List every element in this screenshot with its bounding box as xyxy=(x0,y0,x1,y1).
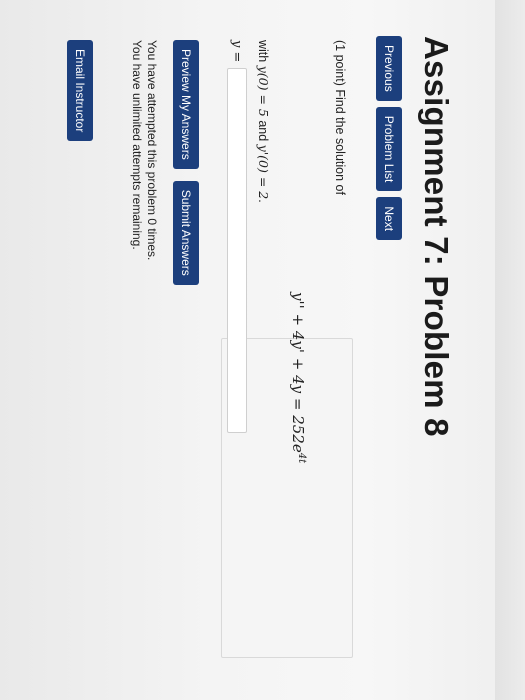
equation-exponent: 4t xyxy=(296,452,307,464)
previous-button[interactable]: Previous xyxy=(376,36,402,101)
condition-dy0: y'(0) = 2 xyxy=(256,144,271,200)
next-button[interactable]: Next xyxy=(376,197,402,241)
problem-intro: (1 point) Find the solution of xyxy=(333,40,347,195)
problem-list-button[interactable]: Problem List xyxy=(376,106,402,192)
conditions-prefix: with xyxy=(256,40,270,66)
attempts-count-text: You have attempted this problem 0 times. xyxy=(145,40,159,261)
answer-label: y = xyxy=(229,40,245,63)
preview-answers-button[interactable]: Preview My Answers xyxy=(173,40,199,169)
problem-nav: Previous Problem List Next xyxy=(376,36,402,241)
initial-conditions: with y(0) = 5 and y'(0) = 2. xyxy=(256,40,271,203)
answer-input[interactable] xyxy=(227,68,247,434)
submit-answers-button[interactable]: Submit Answers xyxy=(173,180,199,285)
attempt-status: You have attempted this problem 0 times.… xyxy=(129,40,159,260)
page-title: Assignment 7: Problem 8 xyxy=(418,36,455,437)
equation-body: y'' + 4y' + 4y = 252e xyxy=(289,292,307,453)
attempts-remaining-text: You have unlimited attempts remaining. xyxy=(130,40,144,250)
differential-equation: y'' + 4y' + 4y = 252e4t xyxy=(289,292,307,463)
email-section: Email Instructor xyxy=(67,40,93,142)
email-instructor-button[interactable]: Email Instructor xyxy=(67,40,93,142)
condition-y0: y(0) = 5 xyxy=(256,65,271,117)
submit-actions: Preview My Answers Submit Answers xyxy=(173,40,199,285)
problem-page: Assignment 7: Problem 8 Previous Problem… xyxy=(0,0,525,700)
conditions-and: and xyxy=(256,116,270,145)
answer-row: y = xyxy=(227,40,247,434)
conditions-suffix: . xyxy=(256,199,270,203)
screen: Assignment 7: Problem 8 Previous Problem… xyxy=(0,0,525,700)
